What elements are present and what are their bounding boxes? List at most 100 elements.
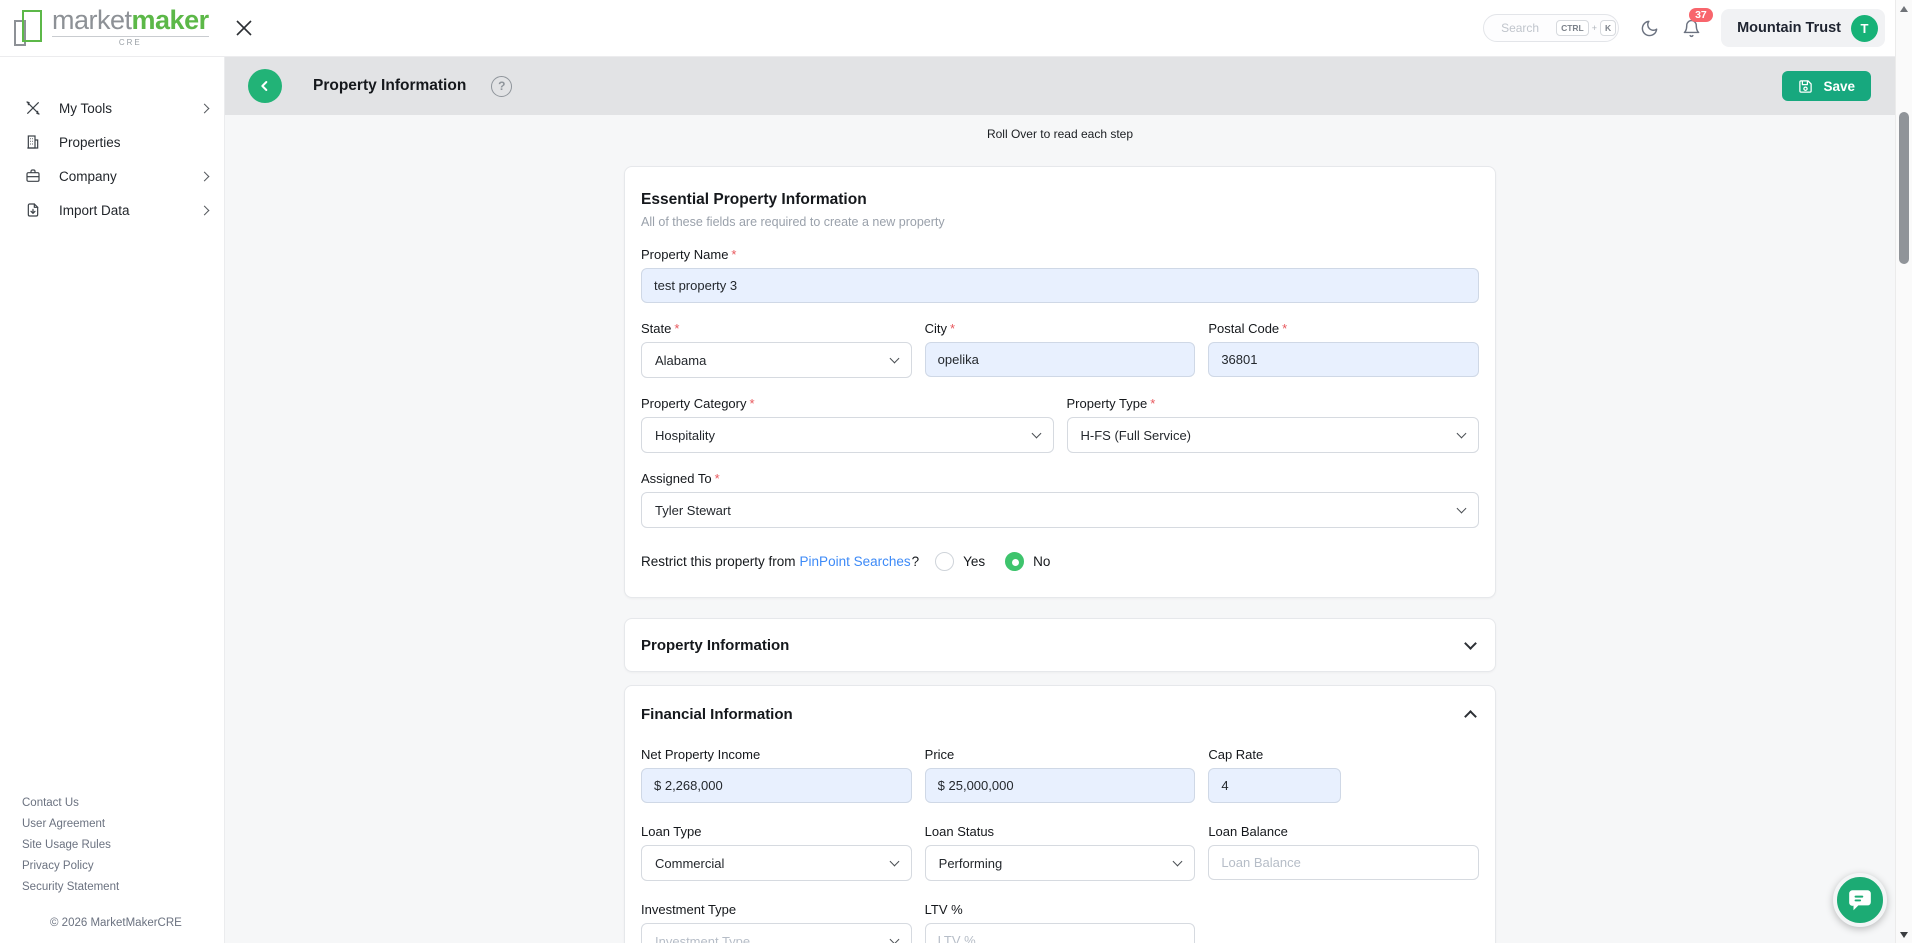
logo-text-market: market	[52, 5, 132, 35]
marketmaker-logo-icon	[12, 10, 46, 50]
footer-link-security-statement[interactable]: Security Statement	[22, 881, 224, 893]
shortcut-plus: +	[1592, 23, 1597, 33]
building-icon	[25, 134, 41, 150]
chat-support-button[interactable]	[1833, 873, 1887, 927]
property-type-value: H-FS (Full Service)	[1081, 428, 1192, 443]
shortcut-key-k: K	[1600, 20, 1616, 36]
footer-link-site-usage-rules[interactable]: Site Usage Rules	[22, 839, 224, 851]
property-category-value: Hospitality	[655, 428, 715, 443]
sidebar-item-label: Properties	[59, 135, 121, 150]
city-label: City	[925, 321, 947, 336]
restrict-no-radio[interactable]	[1005, 552, 1024, 571]
loan-type-select[interactable]: Commercial	[641, 845, 912, 881]
price-input[interactable]	[925, 768, 1196, 803]
city-input[interactable]	[925, 342, 1196, 377]
financial-information-section-toggle[interactable]: Financial Information	[641, 706, 1479, 723]
state-select-value: Alabama	[655, 353, 706, 368]
help-icon[interactable]: ?	[491, 76, 512, 97]
chevron-down-icon	[1173, 856, 1183, 866]
scrollbar-thumb[interactable]	[1899, 112, 1909, 264]
top-navbar: marketmaker CRE CTRL + K 37 Mountain Tru…	[0, 0, 1895, 57]
sidebar-item-properties[interactable]: Properties	[0, 125, 224, 159]
scroll-down-arrow[interactable]	[1900, 932, 1908, 938]
sidebar-item-import-data[interactable]: Import Data	[0, 193, 224, 227]
save-floppy-icon	[1798, 79, 1813, 94]
price-label: Price	[925, 747, 1196, 762]
notification-count-badge: 37	[1689, 8, 1713, 22]
assigned-to-select[interactable]: Tyler Stewart	[641, 492, 1479, 528]
chevron-down-icon	[1464, 637, 1477, 650]
search-input[interactable]	[1501, 21, 1549, 35]
restrict-yes-label: Yes	[963, 554, 985, 569]
property-category-select[interactable]: Hospitality	[641, 417, 1054, 453]
vertical-scrollbar[interactable]	[1895, 0, 1912, 943]
briefcase-icon	[25, 168, 41, 184]
sidebar-close-icon[interactable]	[231, 15, 257, 41]
page-header: Property Information ? Save	[225, 57, 1895, 115]
footer-link-user-agreement[interactable]: User Agreement	[22, 818, 224, 830]
property-information-section-toggle[interactable]: Property Information	[624, 618, 1496, 672]
state-label: State	[641, 321, 671, 336]
chevron-left-icon	[257, 78, 273, 94]
postal-code-label: Postal Code	[1208, 321, 1279, 336]
pinpoint-searches-link[interactable]: PinPoint Searches	[800, 554, 911, 569]
global-search[interactable]: CTRL + K	[1483, 14, 1619, 42]
dark-mode-toggle[interactable]	[1637, 16, 1661, 40]
net-property-income-label: Net Property Income	[641, 747, 912, 762]
ltv-input[interactable]	[925, 923, 1196, 943]
main-content: Property Information ? Save Roll Over to…	[225, 57, 1895, 943]
required-asterisk: *	[674, 321, 679, 336]
scroll-up-arrow[interactable]	[1900, 6, 1908, 12]
loan-type-label: Loan Type	[641, 824, 912, 839]
loan-status-value: Performing	[939, 856, 1003, 871]
restrict-question-text: Restrict this property from	[641, 554, 796, 569]
card-subtitle: All of these fields are required to crea…	[641, 215, 1479, 229]
avatar: T	[1851, 15, 1878, 42]
tools-icon	[25, 100, 41, 116]
property-name-input[interactable]	[641, 268, 1479, 303]
footer-link-privacy-policy[interactable]: Privacy Policy	[22, 860, 224, 872]
net-property-income-input[interactable]	[641, 768, 912, 803]
back-button[interactable]	[248, 69, 282, 103]
property-type-select[interactable]: H-FS (Full Service)	[1067, 417, 1480, 453]
required-asterisk: *	[715, 471, 720, 486]
footer-link-contact-us[interactable]: Contact Us	[22, 797, 224, 809]
loan-balance-input[interactable]	[1208, 845, 1479, 880]
required-asterisk: *	[950, 321, 955, 336]
chat-bubble-icon	[1847, 887, 1873, 913]
notifications-button[interactable]: 37	[1679, 16, 1703, 40]
postal-code-input[interactable]	[1208, 342, 1479, 377]
sidebar-item-my-tools[interactable]: My Tools	[0, 91, 224, 125]
section-title: Financial Information	[641, 706, 793, 723]
sidebar: My Tools Properties Company Import Data …	[0, 57, 225, 943]
investment-type-label: Investment Type	[641, 902, 912, 917]
page-title: Property Information	[313, 77, 466, 95]
save-button[interactable]: Save	[1782, 71, 1871, 101]
loan-status-select[interactable]: Performing	[925, 845, 1196, 881]
logo-text-maker: maker	[132, 5, 209, 35]
sidebar-item-company[interactable]: Company	[0, 159, 224, 193]
restrict-question-suffix: ?	[912, 554, 920, 569]
account-menu-button[interactable]: Mountain Trust T	[1721, 9, 1885, 47]
shortcut-key-ctrl: CTRL	[1556, 20, 1589, 36]
restrict-no-label: No	[1033, 554, 1050, 569]
cap-rate-label: Cap Rate	[1208, 747, 1479, 762]
required-asterisk: *	[750, 396, 755, 411]
state-select[interactable]: Alabama	[641, 342, 912, 378]
chevron-down-icon	[889, 856, 899, 866]
cap-rate-input[interactable]	[1208, 768, 1341, 803]
required-asterisk: *	[1282, 321, 1287, 336]
loan-type-value: Commercial	[655, 856, 724, 871]
investment-type-select[interactable]: Investment Type	[641, 923, 912, 943]
marketmaker-logo[interactable]: marketmaker CRE	[12, 6, 209, 50]
required-asterisk: *	[1150, 396, 1155, 411]
import-icon	[25, 202, 41, 218]
ltv-label: LTV %	[925, 902, 1196, 917]
account-name: Mountain Trust	[1737, 20, 1841, 36]
chevron-down-icon	[1457, 428, 1467, 438]
restrict-yes-radio[interactable]	[935, 552, 954, 571]
chevron-down-icon	[889, 353, 899, 363]
save-button-label: Save	[1823, 79, 1855, 94]
assigned-to-label: Assigned To	[641, 471, 712, 486]
sidebar-item-label: Import Data	[59, 203, 130, 218]
